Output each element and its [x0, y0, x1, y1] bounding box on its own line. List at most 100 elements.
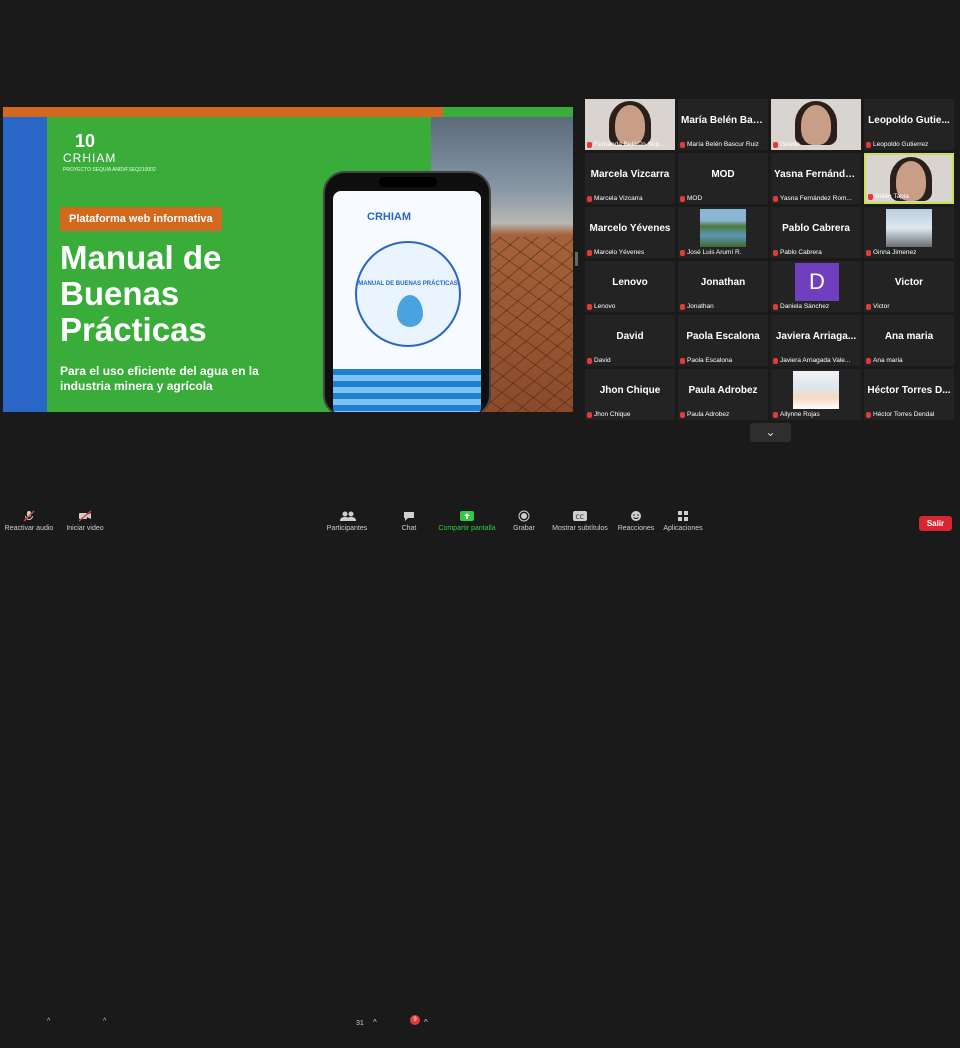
- participant-tile[interactable]: Lenovo Lenovo: [585, 261, 675, 312]
- participant-name: María Belén Bascur Ruiz: [687, 141, 759, 148]
- slide-title: Manual de Buenas Prácticas: [60, 239, 222, 348]
- participant-tile[interactable]: Marcela Vizcarra Marcela Vizcarra: [585, 153, 675, 204]
- participant-tile[interactable]: Belén Tapia: [864, 153, 954, 204]
- participant-photo: [700, 209, 746, 247]
- apps-icon: [676, 510, 690, 522]
- participant-tile[interactable]: Pablo Cabrera Pablo Cabrera: [771, 207, 861, 258]
- participant-tile[interactable]: José Luis Arumí R.: [678, 207, 768, 258]
- participant-display-name: Lenovo: [612, 277, 648, 288]
- participant-name: Paola Escalona: [687, 357, 733, 364]
- mic-muted-icon: [680, 357, 685, 364]
- chevron-down-icon: ⌄: [765, 425, 776, 439]
- phone-mockup: CRHIAM MANUAL DE BUENAS PRÁCTICAS: [323, 171, 491, 412]
- unmute-audio-button[interactable]: Reactivar audio: [4, 510, 54, 540]
- participant-tile[interactable]: Ana maria Ana maria: [864, 315, 954, 366]
- participant-tile[interactable]: Paula Adrobez Paula Adrobez: [678, 369, 768, 420]
- participant-tile[interactable]: Leopoldo Gutie... Leopoldo Gutierrez: [864, 99, 954, 150]
- reactions-button[interactable]: Reacciones: [616, 510, 656, 540]
- participant-tile[interactable]: Giselle: [771, 99, 861, 150]
- participant-name: Fernanda BelÃ©n Sep...: [594, 141, 665, 148]
- manual-emblem: MANUAL DE BUENAS PRÁCTICAS: [355, 241, 461, 347]
- record-label: Grabar: [513, 525, 535, 532]
- mic-muted-icon: [680, 411, 685, 418]
- chat-options-caret[interactable]: ^: [424, 1018, 428, 1027]
- slide-logo-number: 10: [75, 131, 96, 151]
- slide-badge: Plataforma web informativa: [60, 207, 222, 231]
- participant-name: Javiera Arriagada Vale...: [780, 357, 851, 364]
- svg-text:CC: CC: [576, 514, 584, 521]
- mic-muted-icon: [587, 357, 592, 364]
- reactions-label: Reacciones: [617, 525, 655, 532]
- participant-tile[interactable]: Ginna Jimenez: [864, 207, 954, 258]
- participant-tile[interactable]: Yasna Fernánde... Yasna Fernández Rom...: [771, 153, 861, 204]
- record-button[interactable]: Grabar: [510, 510, 538, 540]
- participant-display-name: Marcelo Yévenes: [589, 223, 671, 234]
- share-screen-label: Compartir pantalla: [438, 525, 496, 532]
- participants-label: Participantes: [326, 525, 368, 532]
- participant-name-label: Fernanda BelÃ©n Sep...: [587, 141, 673, 148]
- chat-icon: [402, 510, 416, 522]
- participant-name-label: Leopoldo Gutierrez: [866, 141, 952, 148]
- slide-blue-band: [3, 117, 47, 412]
- participant-tile[interactable]: Victor Victor: [864, 261, 954, 312]
- participant-name-label: Lenovo: [587, 303, 673, 310]
- participant-tile[interactable]: Ailynne Rojas: [771, 369, 861, 420]
- participant-tile[interactable]: D Daniela Sánchez: [771, 261, 861, 312]
- participant-display-name: Pablo Cabrera: [782, 223, 850, 234]
- participant-name-label: Yasna Fernández Rom...: [773, 195, 859, 202]
- audio-options-caret[interactable]: ^: [47, 1018, 50, 1048]
- participants-options-caret[interactable]: ^: [373, 1018, 377, 1027]
- participant-name: Yasna Fernández Rom...: [780, 195, 852, 202]
- chat-badge: 9: [410, 1015, 420, 1025]
- meeting-stage: 10 CRHIAM PROYECTO SEQUÍA ANID/FSEQ21000…: [0, 0, 960, 505]
- participants-button[interactable]: Participantes: [324, 510, 370, 540]
- participant-name-label: Paola Escalona: [680, 357, 766, 364]
- participant-name-label: José Luis Arumí R.: [680, 249, 766, 256]
- share-screen-button[interactable]: Compartir pantalla: [436, 510, 498, 540]
- participant-display-name: Yasna Fernánde...: [774, 169, 860, 180]
- start-video-button[interactable]: Iniciar video: [64, 510, 106, 540]
- record-icon: [517, 510, 531, 522]
- slide-project-code: PROYECTO SEQUÍA ANID/FSEQ210002: [63, 167, 156, 173]
- gallery-more-button[interactable]: ⌄: [750, 423, 791, 442]
- participant-tile[interactable]: Héctor Torres D... Héctor Torres Dendal: [864, 369, 954, 420]
- waves-graphic: [333, 369, 481, 412]
- participant-tile[interactable]: Javiera Arriaga... Javiera Arriagada Vale…: [771, 315, 861, 366]
- mic-muted-icon: [587, 411, 592, 418]
- split-handle[interactable]: [575, 252, 578, 266]
- participant-tile[interactable]: Marcelo Yévenes Marcelo Yévenes: [585, 207, 675, 258]
- mic-muted-icon: [773, 249, 778, 256]
- participant-display-name: Javiera Arriaga...: [775, 331, 857, 342]
- apps-button[interactable]: Aplicaciones: [660, 510, 706, 540]
- slide-logo: 10 CRHIAM PROYECTO SEQUÍA ANID/FSEQ21000…: [63, 131, 183, 179]
- participant-tile[interactable]: Fernanda BelÃ©n Sep...: [585, 99, 675, 150]
- captions-button[interactable]: CC Mostrar subtítulos: [548, 510, 612, 540]
- participant-display-name: Paula Adrobez: [688, 385, 758, 396]
- chat-label: Chat: [401, 525, 417, 532]
- unmute-audio-label: Reactivar audio: [4, 525, 54, 532]
- apps-label: Aplicaciones: [663, 525, 703, 532]
- reactions-icon: [629, 510, 643, 522]
- leave-button[interactable]: Salir: [919, 516, 952, 531]
- participant-photo: [886, 209, 932, 247]
- participant-tile[interactable]: Jhon Chique Jhon Chique: [585, 369, 675, 420]
- participant-tile[interactable]: María Belén Bas... María Belén Bascur Rui…: [678, 99, 768, 150]
- participant-tile[interactable]: MOD MOD: [678, 153, 768, 204]
- participant-name-label: Giselle: [773, 141, 859, 148]
- video-options-caret[interactable]: ^: [103, 1018, 106, 1048]
- participant-tile[interactable]: Jonathan Jonathan: [678, 261, 768, 312]
- participant-tile[interactable]: Paola Escalona Paola Escalona: [678, 315, 768, 366]
- participant-tile[interactable]: David David: [585, 315, 675, 366]
- participant-name: Lenovo: [594, 303, 616, 310]
- phone-screen: CRHIAM MANUAL DE BUENAS PRÁCTICAS: [333, 191, 481, 412]
- participant-video-face: [615, 105, 645, 145]
- mic-muted-icon: [866, 249, 871, 256]
- participant-name: Giselle: [780, 141, 800, 148]
- chat-button[interactable]: Chat: [396, 510, 422, 540]
- participant-display-name: David: [616, 331, 644, 342]
- start-video-label: Iniciar video: [66, 525, 104, 532]
- participant-name: Belén Tapia: [875, 193, 909, 200]
- participant-display-name: Héctor Torres D...: [867, 385, 951, 396]
- participant-display-name: Leopoldo Gutie...: [868, 115, 950, 126]
- mic-muted-icon: [587, 195, 592, 202]
